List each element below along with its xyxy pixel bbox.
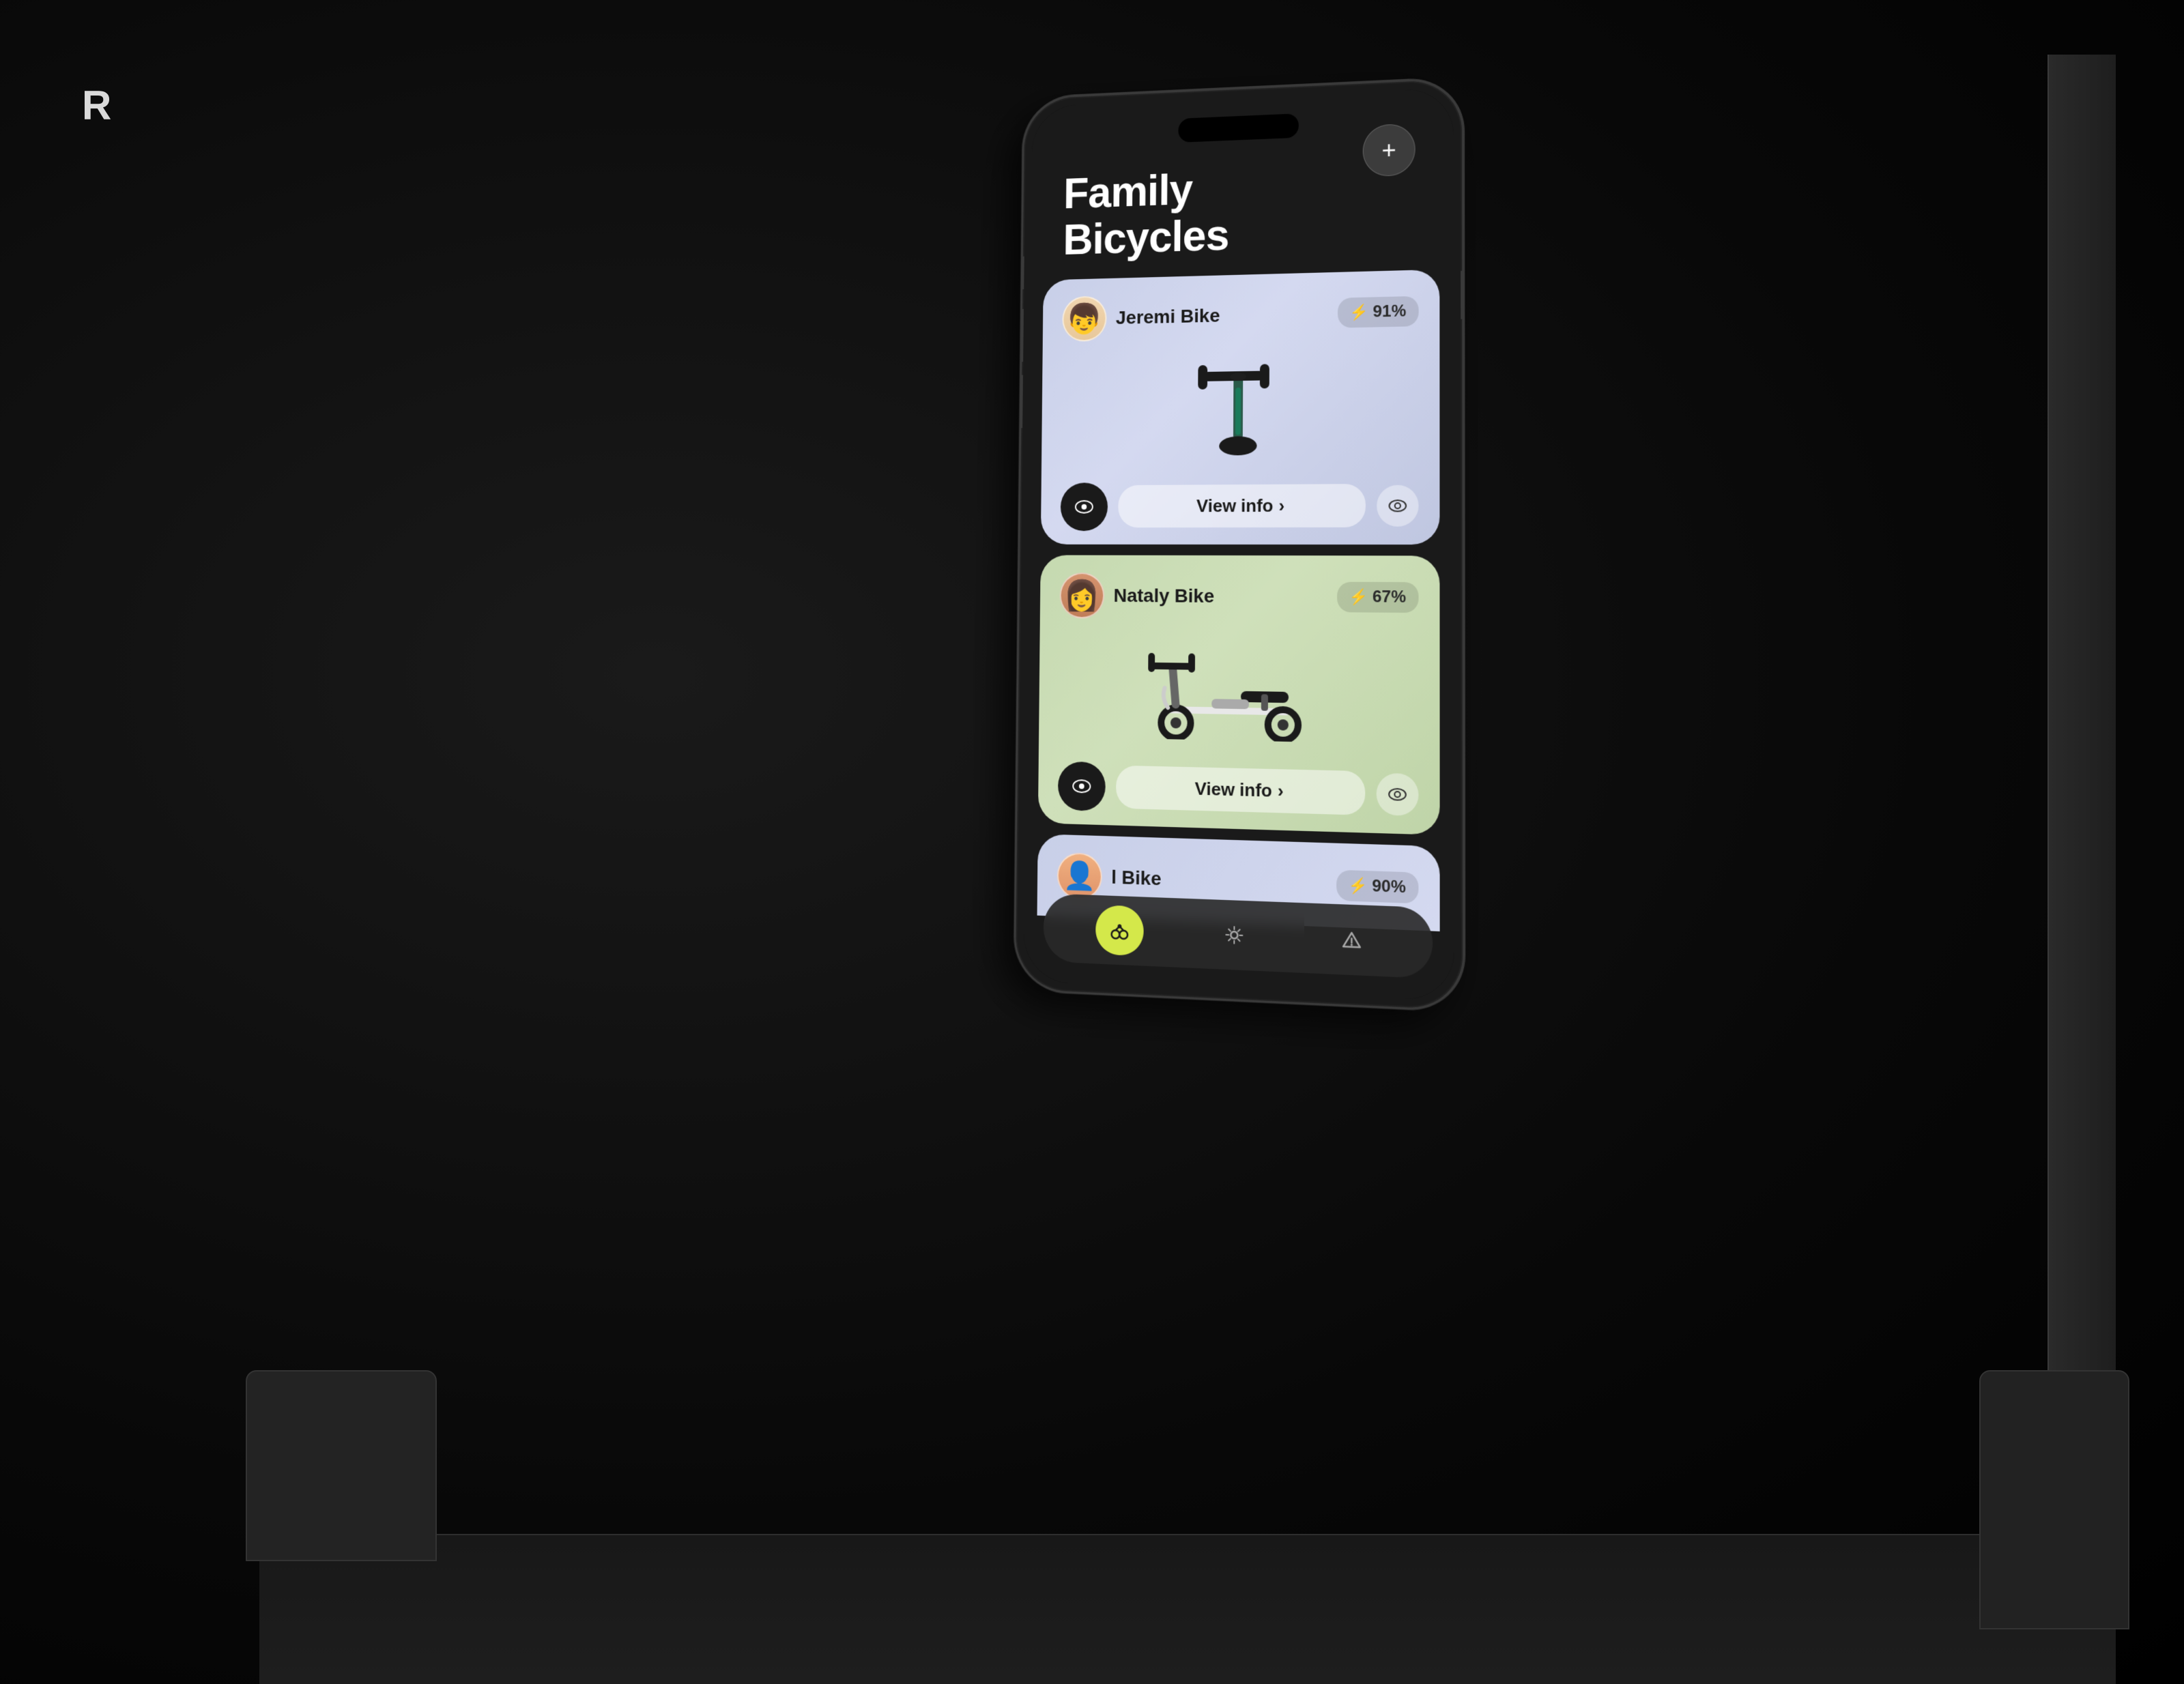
battery-icon-third: ⚡ <box>1349 876 1368 895</box>
avatar-nataly <box>1059 572 1104 618</box>
nav-item-alerts[interactable] <box>1327 914 1377 966</box>
eye-button-jeremi[interactable] <box>1061 482 1108 531</box>
battery-icon-jeremi: ⚡ <box>1350 303 1369 321</box>
battery-badge-third: ⚡ 90% <box>1336 869 1419 903</box>
bike-image-jeremi <box>1054 345 1426 472</box>
eye-button-nataly[interactable] <box>1058 761 1106 811</box>
rider-name-jeremi: Jeremi Bike <box>1116 305 1220 329</box>
scissors-icon <box>1109 919 1130 942</box>
avatar-jeremi <box>1062 295 1106 342</box>
bottom-bracket-right <box>1979 1370 2129 1629</box>
phone-wrapper: + Family Bicycles <box>1014 77 1465 1013</box>
rider-name-nataly: Nataly Bike <box>1113 585 1214 607</box>
bike-svg-jeremi <box>1163 358 1312 461</box>
bike-svg-nataly <box>1141 643 1332 742</box>
phone-bezel: + Family Bicycles <box>1014 77 1465 1013</box>
gear-icon <box>1223 923 1245 946</box>
card-footer-jeremi: View info › <box>1061 480 1419 531</box>
view-info-button-jeremi[interactable]: View info › <box>1118 484 1366 527</box>
eye-outline-button-nataly[interactable] <box>1377 772 1419 815</box>
card-header-jeremi: Jeremi Bike ⚡ 91% <box>1062 288 1418 342</box>
view-info-button-nataly[interactable]: View info › <box>1116 766 1365 815</box>
app-content: + Family Bicycles <box>1023 87 1454 1001</box>
plus-icon: + <box>1381 136 1396 165</box>
avatar-third: 👤 <box>1057 852 1102 900</box>
rider-info-nataly: Nataly Bike <box>1059 572 1214 620</box>
battery-level-jeremi: 91% <box>1373 302 1406 321</box>
page-title: Family Bicycles <box>1063 157 1418 263</box>
nav-item-settings[interactable] <box>1209 909 1259 961</box>
bike-image-nataly <box>1052 628 1426 758</box>
dynamic-island <box>1178 113 1299 143</box>
eye-icon-nataly <box>1072 779 1091 794</box>
eye-icon-jeremi <box>1075 500 1093 514</box>
app-logo: R <box>82 82 111 129</box>
bottom-navigation <box>1043 893 1433 978</box>
view-info-label-nataly: View info <box>1195 779 1272 802</box>
battery-badge-nataly: ⚡ 67% <box>1337 581 1419 612</box>
view-info-label-jeremi: View info <box>1196 495 1274 517</box>
alert-icon <box>1340 928 1363 951</box>
card-footer-nataly: View info › <box>1058 761 1419 820</box>
phone-screen: + Family Bicycles <box>1023 87 1454 1001</box>
view-info-arrow-jeremi: › <box>1278 495 1284 517</box>
nav-item-bike[interactable] <box>1095 905 1144 956</box>
view-info-arrow-nataly: › <box>1278 781 1284 802</box>
rider-name-third: l Bike <box>1111 866 1161 890</box>
eye-outline-icon-nataly <box>1388 787 1407 800</box>
bike-cards-list: Jeremi Bike ⚡ 91% <box>1024 269 1454 932</box>
battery-level-third: 90% <box>1372 876 1406 897</box>
battery-icon-nataly: ⚡ <box>1349 588 1368 607</box>
eye-outline-button-jeremi[interactable] <box>1377 484 1418 526</box>
rider-info-jeremi: Jeremi Bike <box>1062 293 1220 342</box>
bike-card-jeremi[interactable]: Jeremi Bike ⚡ 91% <box>1041 270 1440 545</box>
bottom-bracket-left <box>246 1370 437 1561</box>
battery-badge-jeremi: ⚡ 91% <box>1338 296 1419 328</box>
card-header-nataly: Nataly Bike ⚡ 67% <box>1059 572 1418 621</box>
eye-outline-icon-jeremi <box>1389 499 1407 512</box>
bike-card-nataly[interactable]: Nataly Bike ⚡ 67% <box>1038 555 1440 834</box>
battery-level-nataly: 67% <box>1373 587 1406 607</box>
bottom-base <box>259 1534 2116 1684</box>
